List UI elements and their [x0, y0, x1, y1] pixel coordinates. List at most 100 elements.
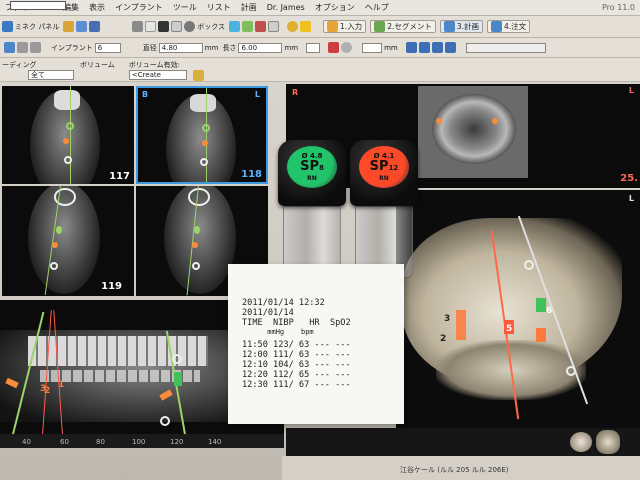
3d-render-view[interactable]: 6 5 3 2 L [396, 190, 640, 428]
step-input-button[interactable]: 1. 入力 [323, 20, 367, 33]
menu-implant[interactable]: インプラント [110, 2, 168, 13]
implant-label: インプラント [51, 43, 93, 52]
menu-user[interactable]: Dr. James [262, 3, 310, 12]
align-icon-3[interactable] [431, 42, 443, 53]
window-icon[interactable] [171, 21, 183, 32]
panel-tag-l-axial: L [628, 86, 634, 95]
step-plan-button[interactable]: 3. 計画 [439, 20, 483, 33]
small-field[interactable] [306, 42, 321, 53]
step-order-icon [491, 21, 502, 32]
step-input-icon [327, 21, 339, 32]
ruler-tick-80: 80 [96, 438, 105, 446]
bottle-cap-green: Ø 4.8 SP8 RN [278, 140, 346, 206]
mask-panel-label: ミネク パネル [15, 22, 60, 31]
folder-icon[interactable] [63, 21, 75, 32]
measure-icon[interactable] [242, 21, 254, 32]
create-volume-select[interactable]: <Create [128, 70, 187, 80]
move-icon[interactable] [184, 21, 196, 32]
align-icon-2[interactable] [418, 42, 430, 53]
bottle-cap-red: Ø 4.1 SP12 RN [350, 140, 418, 206]
export-icon[interactable] [287, 21, 299, 32]
volume-label: ボリューム [80, 61, 115, 69]
printout-row: 12:30 111/ 67 --- --- [242, 380, 351, 390]
magnet-icon[interactable] [328, 42, 340, 53]
cross-section-119[interactable]: 119 [2, 186, 134, 296]
volume-icon[interactable] [192, 70, 204, 81]
nerve-icon[interactable] [268, 21, 280, 32]
toolbar-row-2: インプラント 6 直径 4.80 mm 長さ 6.00 mm mm [0, 38, 640, 58]
implant-number-field[interactable]: 6 [94, 42, 121, 53]
marker-6: 6 [546, 306, 553, 316]
bottle-label-red: Ø 4.1 SP12 RN [359, 146, 409, 188]
bottle-label-green: Ø 4.8 SP8 RN [287, 146, 337, 188]
printout-date: 2011/01/14 [242, 308, 294, 318]
save-icon[interactable] [76, 21, 88, 32]
step-plan-label: 計画 [464, 22, 479, 31]
axial-number: 25. [620, 173, 638, 184]
bottle-green-brand: SP8 [300, 159, 324, 174]
mask-icon[interactable] [2, 21, 13, 32]
volume-select[interactable]: 全て [28, 70, 74, 80]
panel-tag-l: L [254, 90, 260, 99]
mm-label: mm [384, 43, 398, 52]
cross-section-117[interactable]: 117 [2, 86, 134, 184]
grid-icon[interactable] [132, 21, 144, 32]
box-label[interactable]: ボックス [197, 22, 225, 32]
panel-tag-b: B [142, 90, 149, 99]
ruler-tick-120: 120 [170, 438, 184, 446]
marker-5: 5 [506, 324, 513, 334]
diameter-label: 直径 [142, 43, 157, 52]
diameter-unit: mm [204, 43, 219, 52]
length-unit: mm [284, 43, 299, 52]
menu-help[interactable]: ヘルプ [360, 2, 394, 13]
printout-row: 11:50 123/ 63 --- --- [242, 340, 351, 350]
vitals-printout: 2011/01/14 12:32 2011/01/14 TIME NIBP HR… [228, 264, 404, 424]
printout-row: 12:20 112/ 65 --- --- [242, 370, 351, 380]
step-input-number: 1. [340, 22, 348, 31]
window-title: Pro 11.0 [601, 3, 635, 12]
mm-field[interactable] [362, 42, 383, 53]
ruler-tick-40: 40 [22, 438, 31, 446]
delete-icon[interactable] [255, 21, 267, 32]
length-field[interactable]: 6.00 [238, 42, 283, 53]
pano-number-1: 1 [58, 380, 65, 390]
page-icon[interactable] [145, 21, 157, 32]
menu-options[interactable]: オプション [310, 2, 360, 13]
angle-icon[interactable] [341, 42, 353, 53]
menu-list[interactable]: リスト [202, 2, 236, 13]
step-segment-button[interactable]: 2. セグメント [370, 20, 436, 33]
bottle-red-brand: SP12 [369, 159, 399, 174]
implant-bottle-green: Ø 4.8 SP8 RN [278, 140, 346, 278]
redo-icon[interactable] [30, 42, 41, 53]
step-input-label: 入力 [347, 22, 363, 31]
diameter-field[interactable]: 4.80 [158, 42, 203, 53]
empty-field[interactable] [465, 42, 546, 53]
contrast-icon[interactable] [158, 21, 170, 32]
step-segment-number: 2. [387, 22, 395, 31]
printout-header: TIME NIBP HR SpO2 [242, 318, 351, 328]
ruler-tick-60: 60 [60, 438, 69, 446]
menu-tools[interactable]: ツール [168, 2, 202, 13]
align-icon-4[interactable] [444, 42, 456, 53]
reading-label: ーディング [2, 61, 37, 69]
printout-datetime: 2011/01/14 12:32 [242, 298, 325, 308]
menu-view[interactable]: 表示 [84, 2, 110, 13]
panel-tag-l-3d: L [628, 194, 634, 203]
photo-stage: ファイル 編集 表示 インプラント ツール リスト 計画 Dr. James オ… [0, 0, 640, 480]
printout-units: mmHg bpm [242, 328, 314, 336]
undo-icon[interactable] [17, 42, 28, 53]
bottle-red-type: RN [379, 175, 389, 182]
implant-icon[interactable] [4, 42, 15, 53]
print-icon[interactable] [89, 21, 101, 32]
slice-number-119: 119 [101, 281, 122, 292]
slice-number-117: 117 [109, 171, 130, 182]
tooth-icon[interactable] [229, 21, 241, 32]
cross-section-118[interactable]: B L 118 [136, 86, 268, 184]
cube-icon[interactable] [300, 21, 312, 32]
step-order-button[interactable]: 4. 注文 [487, 20, 531, 33]
menu-plan[interactable]: 計画 [236, 2, 262, 13]
step-segment-label: セグメント [394, 22, 432, 31]
step-order-number: 4. [504, 22, 512, 31]
align-icon-1[interactable] [405, 42, 417, 53]
bottle-green-type: RN [307, 175, 317, 182]
